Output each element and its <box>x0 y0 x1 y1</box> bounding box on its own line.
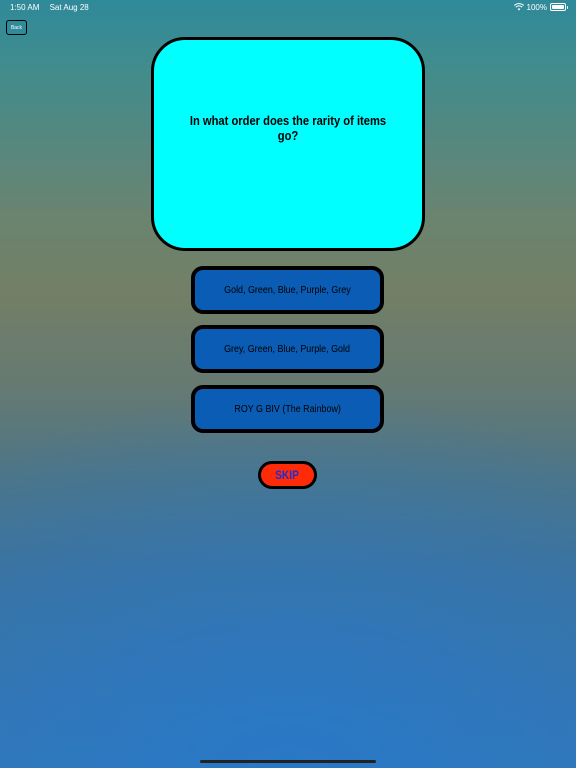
answer-label-1: Gold, Green, Blue, Purple, Grey <box>224 284 351 296</box>
skip-label: SKIP <box>275 468 300 482</box>
answer-label-3: ROY G BIV (The Rainbow) <box>234 403 341 415</box>
status-time: 1:50 AM <box>10 2 40 12</box>
wifi-icon <box>513 3 524 11</box>
status-date: Sat Aug 28 <box>49 2 89 12</box>
status-right: 100% <box>513 2 568 12</box>
battery-icon <box>550 3 568 11</box>
question-text: In what order does the rarity of items g… <box>189 113 387 143</box>
battery-percent: 100% <box>526 2 547 12</box>
question-card: In what order does the rarity of items g… <box>151 37 425 251</box>
home-indicator[interactable] <box>200 760 376 763</box>
answer-button-2[interactable]: Grey, Green, Blue, Purple, Gold <box>191 325 384 373</box>
status-left: 1:50 AM Sat Aug 28 <box>10 3 97 12</box>
back-button[interactable]: Back <box>6 20 27 35</box>
answer-button-3[interactable]: ROY G BIV (The Rainbow) <box>191 385 384 433</box>
battery-fill <box>552 5 564 9</box>
status-bar: 1:50 AM Sat Aug 28 100% <box>0 0 576 14</box>
skip-button[interactable]: SKIP <box>258 461 317 489</box>
answer-label-2: Grey, Green, Blue, Purple, Gold <box>224 343 351 355</box>
answer-button-1[interactable]: Gold, Green, Blue, Purple, Grey <box>191 266 384 314</box>
